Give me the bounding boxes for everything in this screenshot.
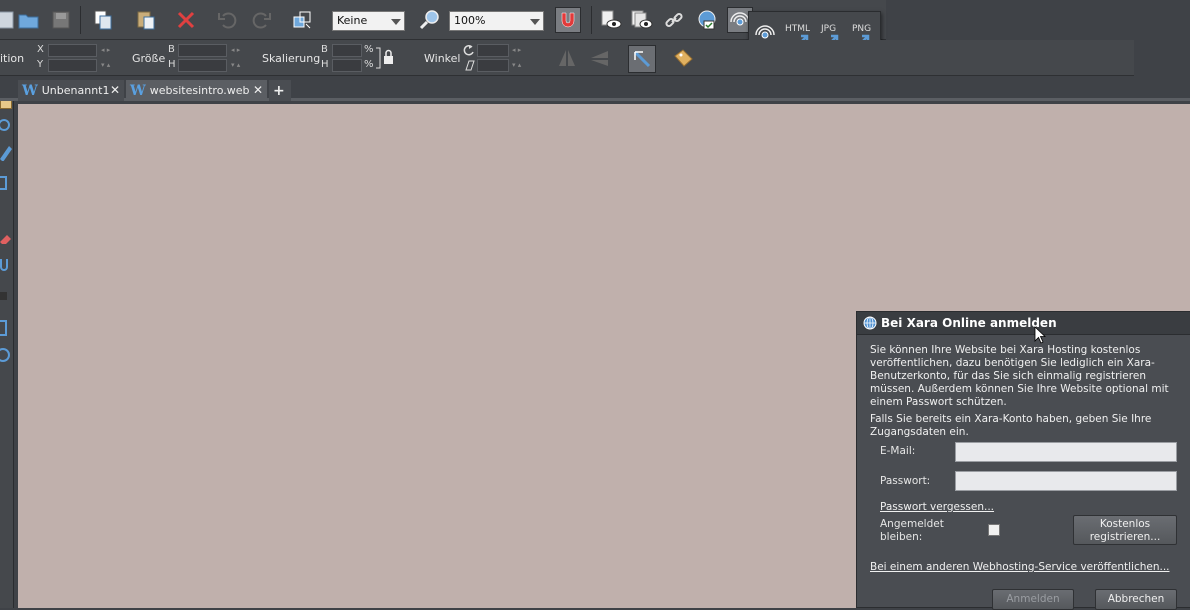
chevron-down-icon: [391, 19, 401, 25]
skew-field[interactable]: [477, 59, 509, 72]
scale-label: Skalierung: [262, 52, 321, 65]
eraser-tool-icon[interactable]: [0, 232, 12, 244]
delete-icon[interactable]: [173, 7, 199, 33]
other-webhosting-link[interactable]: Bei einem anderen Webhosting-Service ver…: [870, 561, 1170, 573]
xara-login-dialog: Bei Xara Online anmelden Sie können Ihre…: [856, 311, 1190, 610]
scale-width-percent: %: [364, 44, 374, 55]
ellipse-tool-icon[interactable]: [0, 347, 12, 365]
height-stepper-icon[interactable]: ▾ ▴: [231, 62, 240, 69]
transform-icon[interactable]: [290, 7, 316, 33]
flip-vertical-icon[interactable]: [588, 48, 610, 68]
tab-unbenannt1[interactable]: W Unbenannt1 ✕: [18, 80, 124, 101]
infobar-end: [1134, 40, 1190, 76]
x-stepper-icon[interactable]: ◂ ▸: [101, 47, 110, 54]
height-field[interactable]: [178, 59, 227, 72]
new-tab-button[interactable]: +: [269, 80, 291, 101]
name-tag-icon[interactable]: [672, 48, 694, 68]
register-button[interactable]: Kostenlos registrieren...: [1073, 515, 1177, 545]
email-field[interactable]: [955, 442, 1177, 462]
y-label: Y: [37, 59, 44, 70]
tab-label: websitesintro.web: [149, 84, 250, 97]
snap-select-value: Keine: [337, 14, 368, 27]
plus-icon: +: [273, 82, 285, 99]
y-position-field[interactable]: [48, 59, 97, 72]
zoom-select[interactable]: 100%: [449, 11, 544, 31]
save-icon[interactable]: [48, 7, 74, 33]
snap-select[interactable]: Keine: [332, 11, 405, 31]
open-folder-icon[interactable]: [16, 7, 42, 33]
pen-tool-icon[interactable]: [0, 143, 12, 161]
password-field[interactable]: [955, 471, 1177, 491]
scale-width-field[interactable]: [332, 44, 362, 57]
dialog-title: Bei Xara Online anmelden: [881, 316, 1057, 330]
size-label: Größe: [132, 52, 166, 65]
remember-label: Angemeldet bleiben:: [880, 518, 944, 543]
link-icon[interactable]: [661, 7, 687, 33]
undo-icon[interactable]: [214, 7, 240, 33]
password-label: Passwort:: [880, 475, 931, 487]
height-label: H: [168, 59, 176, 70]
magnet-snap-icon[interactable]: [555, 7, 581, 33]
skew-icon: [465, 60, 475, 71]
export-html-label: HTML: [785, 24, 811, 34]
email-label: E-Mail:: [880, 445, 916, 457]
width-stepper-icon[interactable]: ◂ ▸: [231, 47, 240, 54]
export-jpg-label: JPG: [821, 24, 837, 34]
dialog-titlebar[interactable]: Bei Xara Online anmelden: [857, 312, 1190, 335]
width-field[interactable]: [178, 44, 227, 57]
forgot-password-link[interactable]: Passwort vergessen...: [880, 501, 994, 513]
scale-width-label: B: [321, 44, 328, 55]
mouse-cursor-icon: [1034, 326, 1046, 344]
tools-panel: [0, 77, 14, 608]
web-document-icon: W: [130, 82, 146, 99]
remember-checkbox[interactable]: [988, 524, 1000, 536]
scale-height-field[interactable]: [332, 59, 362, 72]
tab-label: Unbenannt1: [41, 84, 110, 97]
fill-tool-icon[interactable]: [0, 257, 12, 271]
rotation-field[interactable]: [477, 44, 509, 57]
tab-websitesintro[interactable]: W websitesintro.web ✕: [126, 80, 267, 101]
x-position-field[interactable]: [48, 44, 97, 57]
document-tabbar: W Unbenannt1 ✕ W websitesintro.web ✕ +: [0, 77, 1190, 101]
selector-infobar: ition X Y ◂ ▸ ▾ ▴ Größe B H ◂ ▸ ▾ ▴ Skal…: [0, 40, 1134, 76]
selection-handles-icon[interactable]: [628, 45, 656, 73]
y-stepper-icon[interactable]: ▾ ▴: [101, 62, 110, 69]
export-png-label: PNG: [852, 24, 872, 34]
copy-icon[interactable]: [90, 7, 116, 33]
web-properties-icon[interactable]: [694, 7, 720, 33]
zoom-icon[interactable]: [417, 7, 443, 33]
transparency-tool-icon[interactable]: [0, 290, 12, 302]
width-label: B: [168, 44, 175, 55]
shape-tool-icon[interactable]: [0, 175, 12, 193]
scale-height-label: H: [321, 59, 329, 70]
web-document-icon: W: [22, 82, 38, 99]
dialog-intro-text: Sie können Ihre Website bei Xara Hosting…: [870, 344, 1169, 408]
close-icon[interactable]: ✕: [110, 83, 120, 97]
zoom-select-value: 100%: [454, 14, 486, 27]
paste-icon[interactable]: [133, 7, 159, 33]
position-label: ition: [0, 52, 25, 65]
cancel-button[interactable]: Abbrechen: [1095, 589, 1177, 610]
close-icon[interactable]: ✕: [253, 83, 263, 97]
rotate-icon: [463, 44, 474, 56]
preview-site-icon[interactable]: [629, 7, 655, 33]
redo-icon[interactable]: [249, 7, 275, 33]
lock-aspect-icon[interactable]: [375, 46, 397, 72]
chevron-down-icon: [530, 19, 540, 25]
flip-horizontal-icon[interactable]: [556, 48, 578, 68]
skew-stepper-icon[interactable]: ▾ ▴: [512, 62, 521, 69]
rectangle-tool-icon[interactable]: [0, 319, 12, 337]
angle-label: Winkel: [424, 52, 461, 65]
preview-page-icon[interactable]: [598, 7, 624, 33]
login-button[interactable]: Anmelden: [992, 589, 1074, 610]
rotation-stepper-icon[interactable]: ◂ ▸: [512, 47, 521, 54]
contour-tool-icon[interactable]: [0, 117, 12, 133]
x-label: X: [37, 44, 44, 55]
dialog-hint-text: Falls Sie bereits ein Xara-Konto haben, …: [870, 413, 1152, 438]
scale-height-percent: %: [364, 59, 374, 70]
globe-icon: [863, 316, 877, 330]
